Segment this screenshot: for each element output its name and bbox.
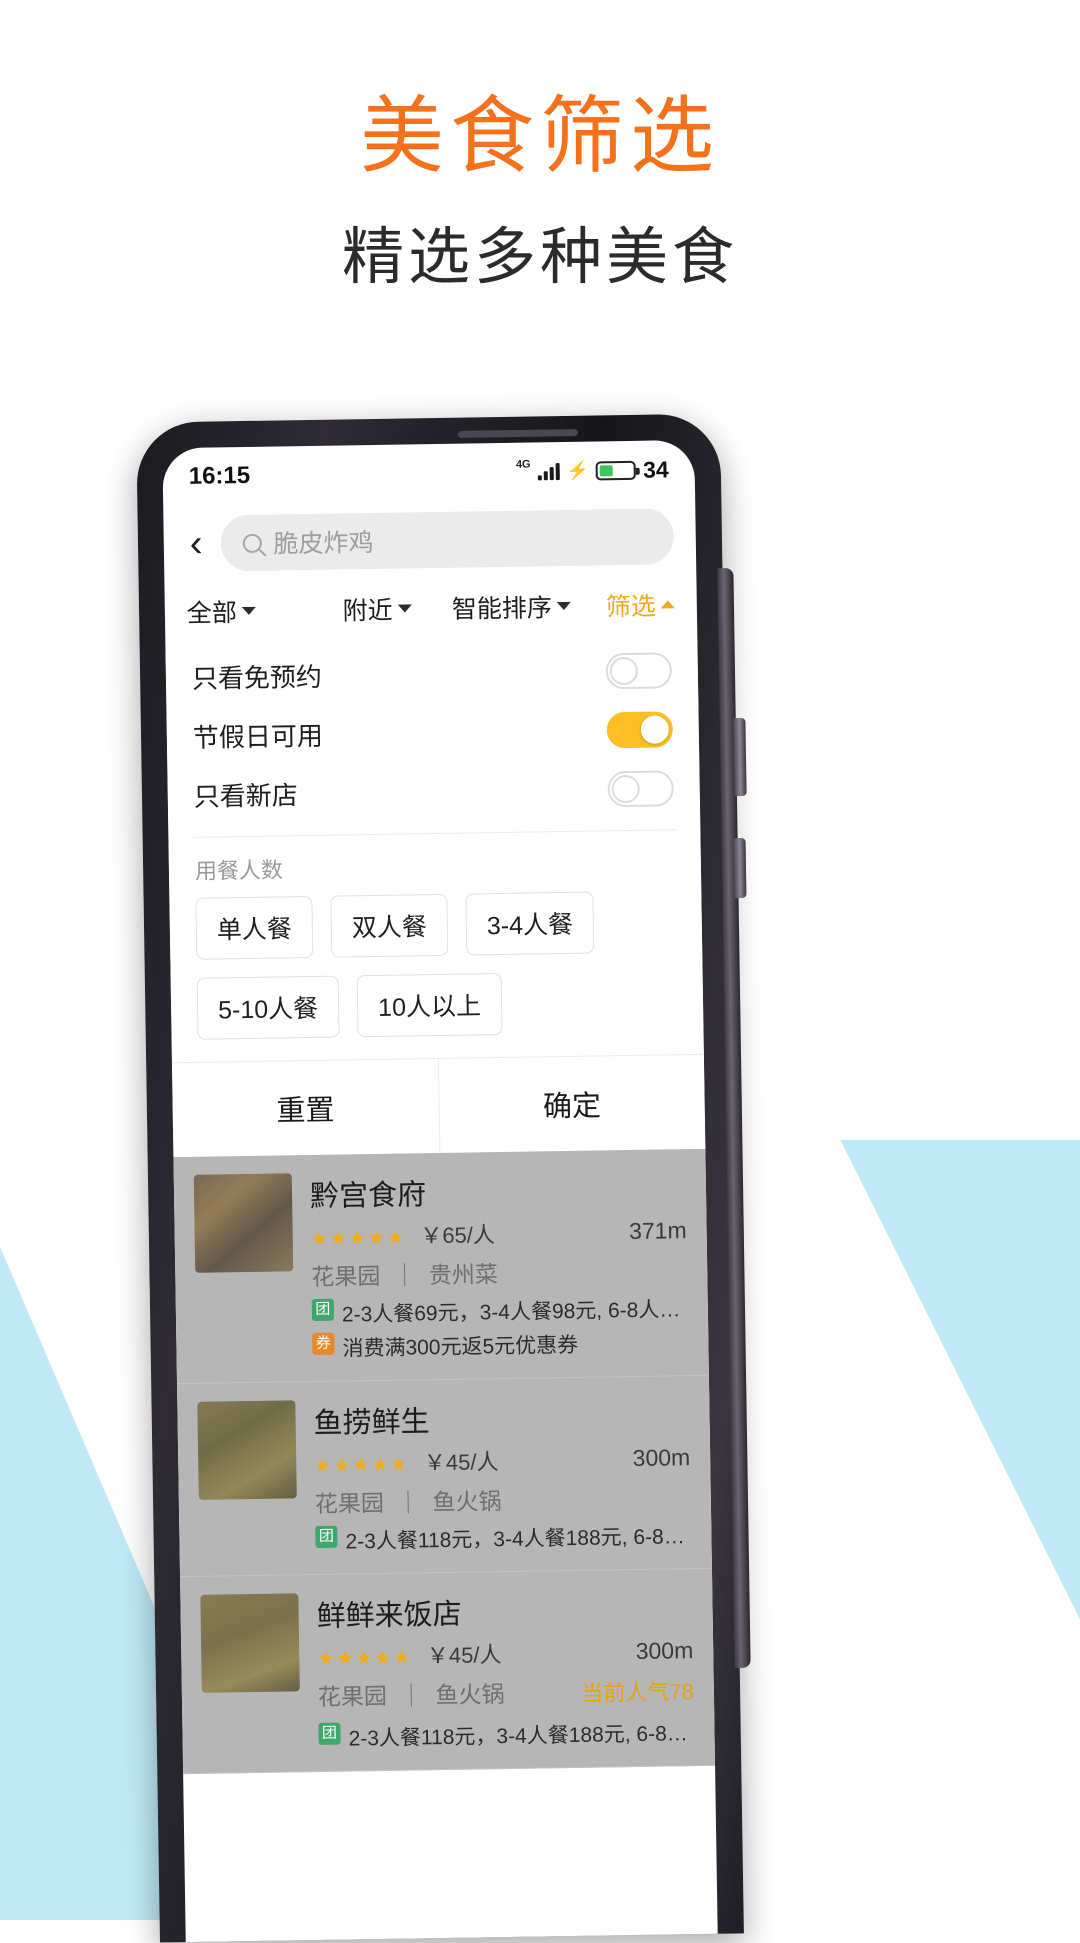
tab-all-label: 全部 (186, 599, 238, 628)
decorative-wedge-right (820, 1140, 1080, 1660)
tab-smart-sort-label: 智能排序 (451, 594, 553, 624)
search-input[interactable]: 脆皮炸鸡 (220, 508, 675, 572)
chip-party-10-plus[interactable]: 10人以上 (356, 973, 503, 1038)
area-label: 花果园 (311, 1262, 381, 1291)
power-button[interactable] (733, 717, 747, 797)
filter-panel: 只看免预约 节假日可用 只看新店 用餐人数 单人餐 双人餐 3-4人餐 5-10… (165, 639, 706, 1158)
charging-bolt-icon: ⚡ (566, 460, 590, 481)
chevron-down-icon (556, 601, 571, 611)
promo-group: 团 2-3人餐69元，3-4人餐98元, 6-8人餐... (311, 1293, 689, 1329)
chevron-left-icon[interactable]: ‹ (186, 523, 207, 565)
reset-button[interactable]: 重置 (171, 1059, 440, 1158)
tab-nearby[interactable]: 附近 (313, 590, 440, 628)
filter-tab-bar: 全部 附近 智能排序 筛选 (164, 580, 697, 648)
avg-price: ￥65/人 (420, 1222, 496, 1249)
category-label: 鱼火锅 (435, 1681, 505, 1709)
network-type-label: 4G (515, 458, 531, 471)
group-label-party-size: 用餐人数 (194, 857, 284, 884)
table-row[interactable]: 鱼捞鲜生 ★★★★★ ￥45/人 300m 花果园 ｜ 鱼火锅 团 2-3人餐1… (177, 1375, 712, 1578)
restaurant-thumbnail (193, 1173, 294, 1273)
restaurant-name: 鲜鲜来饭店 (316, 1598, 462, 1633)
phone-screen: 16:15 4G ⚡ 34 ‹ 脆皮炸鸡 全部 附近 智能排序 筛选 只看免预约… (162, 439, 718, 1943)
distance-label: 300m (635, 1636, 694, 1664)
restaurant-thumbnail (197, 1400, 297, 1500)
confirm-button[interactable]: 确定 (438, 1055, 705, 1153)
category-label: 贵州菜 (428, 1261, 499, 1289)
party-size-chip-group: 单人餐 双人餐 3-4人餐 5-10人餐 10人以上 (169, 890, 704, 1062)
chip-party-5-10[interactable]: 5-10人餐 (196, 975, 340, 1040)
table-row[interactable]: 黔宫食府 ★★★★★ ￥65/人 371m 花果园 ｜ 贵州菜 团 2-3人餐6… (173, 1148, 709, 1385)
group-deal-badge: 团 (311, 1298, 335, 1322)
promo-text: 2-3人餐118元，3-4人餐188元, 6-8人... (348, 1721, 695, 1751)
toggle-row-new-store[interactable]: 只看新店 (167, 758, 700, 825)
status-icons: 4G ⚡ 34 (516, 456, 669, 485)
page-subtitle: 精选多种美食 (341, 223, 738, 293)
area-label: 花果园 (317, 1682, 388, 1710)
toggle-row-holiday[interactable]: 节假日可用 (166, 699, 699, 766)
restaurant-meta: 花果园 ｜ 贵州菜 (311, 1261, 499, 1291)
page-title: 美食筛选 (359, 89, 720, 183)
group-deal-badge: 团 (318, 1722, 341, 1745)
rating-stars: ★★★★★ (310, 1227, 407, 1251)
promo-text: 2-3人餐118元，3-4人餐188元, 6-8人... (345, 1524, 692, 1554)
hero-headings: 美食筛选 精选多种美食 (0, 92, 1080, 296)
battery-percent: 34 (642, 455, 669, 483)
restaurant-meta: 花果园 ｜ 鱼火锅 (314, 1488, 502, 1518)
toggle-switch-no-reservation[interactable] (605, 651, 673, 689)
restaurant-name: 黔宫食府 (309, 1179, 427, 1214)
promo-group: 团 2-3人餐118元，3-4人餐188元, 6-8人... (315, 1520, 692, 1556)
chip-party-2[interactable]: 双人餐 (330, 893, 449, 958)
toggle-switch-new-store[interactable] (607, 769, 674, 807)
promo-coupon: 券 消费满300元返5元优惠券 (312, 1327, 688, 1363)
chevron-down-icon (241, 606, 256, 616)
status-time: 16:15 (188, 461, 251, 490)
chip-party-1[interactable]: 单人餐 (195, 895, 314, 960)
group-deal-badge: 团 (315, 1525, 338, 1548)
signal-bars-icon (537, 462, 560, 481)
search-icon (242, 533, 262, 553)
coupon-badge: 券 (312, 1332, 335, 1356)
tab-filter-label: 筛选 (605, 592, 657, 622)
phone-mockup: 16:15 4G ⚡ 34 ‹ 脆皮炸鸡 全部 附近 智能排序 筛选 只看免预约… (136, 413, 751, 1943)
table-row[interactable]: 鲜鲜来饭店 ★★★★★ ￥45/人 300m 花果园 ｜ 鱼火锅 当前人气78 … (180, 1568, 716, 1775)
chevron-down-icon (397, 604, 412, 613)
status-bar: 16:15 4G ⚡ 34 (162, 440, 695, 506)
popularity-label: 当前人气78 (581, 1678, 695, 1706)
tab-nearby-label: 附近 (342, 596, 393, 626)
rating-stars: ★★★★★ (314, 1454, 410, 1478)
rating-stars: ★★★★★ (317, 1647, 413, 1670)
toggle-label: 只看新店 (193, 780, 299, 812)
area-label: 花果园 (314, 1489, 385, 1518)
tab-smart-sort[interactable]: 智能排序 (440, 588, 582, 626)
toggle-label: 节假日可用 (192, 720, 324, 753)
panel-actions: 重置 确定 (171, 1053, 706, 1158)
promo-text: 消费满300元返5元优惠券 (342, 1333, 579, 1361)
search-placeholder: 脆皮炸鸡 (273, 528, 374, 559)
tab-filter[interactable]: 筛选 (582, 586, 675, 623)
avg-price: ￥45/人 (426, 1642, 502, 1669)
toggle-switch-holiday[interactable] (606, 710, 674, 748)
avg-price: ￥45/人 (423, 1449, 499, 1476)
restaurant-meta: 花果园 ｜ 鱼火锅 (317, 1681, 505, 1710)
battery-icon (595, 460, 637, 480)
distance-label: 300m (632, 1443, 691, 1471)
category-label: 鱼火锅 (432, 1488, 502, 1516)
chip-party-3-4[interactable]: 3-4人餐 (465, 891, 595, 956)
toggle-label: 只看免预约 (191, 661, 323, 694)
search-row: ‹ 脆皮炸鸡 (163, 498, 696, 588)
promo-text: 2-3人餐69元，3-4人餐98元, 6-8人餐... (341, 1297, 689, 1327)
tab-all[interactable]: 全部 (187, 592, 314, 630)
volume-button[interactable] (733, 837, 747, 899)
chevron-up-icon (660, 600, 675, 609)
restaurant-thumbnail (200, 1593, 300, 1693)
toggle-row-no-reservation[interactable]: 只看免预约 (165, 640, 698, 707)
results-list: 黔宫食府 ★★★★★ ￥65/人 371m 花果园 ｜ 贵州菜 团 2-3人餐6… (173, 1148, 716, 1775)
restaurant-name: 鱼捞鲜生 (313, 1406, 430, 1441)
promo-group: 团 2-3人餐118元，3-4人餐188元, 6-8人... (318, 1717, 695, 1753)
distance-label: 371m (628, 1216, 687, 1244)
